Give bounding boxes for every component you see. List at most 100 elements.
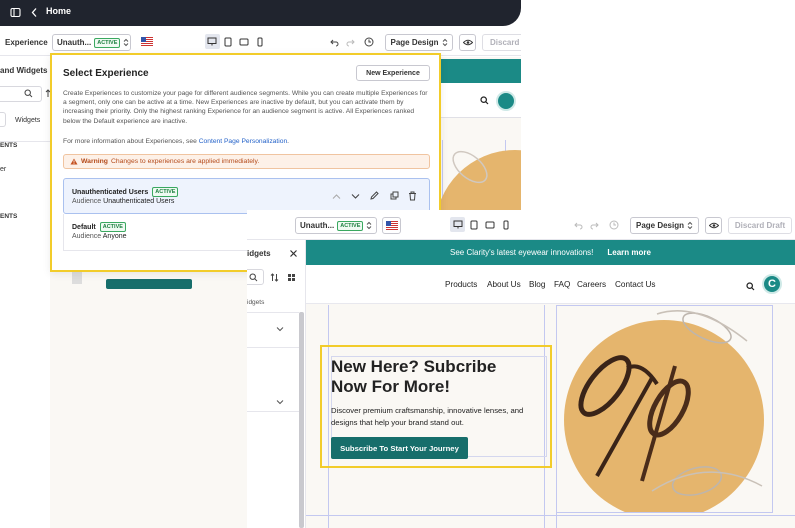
page-design-label: Page Design: [390, 38, 439, 47]
move-up-icon[interactable]: [332, 193, 341, 200]
panel-title: and Widgets: [0, 66, 48, 75]
undo-icon[interactable]: [574, 221, 583, 230]
history-icon[interactable]: [364, 37, 374, 47]
tab-widgets[interactable]: Widgets: [15, 117, 40, 124]
tablet-view-icon[interactable]: [466, 217, 481, 232]
hero-section[interactable]: New Here? Subcribe Now For More! Discove…: [320, 345, 552, 468]
page-design-select[interactable]: Page Design: [630, 217, 699, 234]
back-chevron-icon[interactable]: [30, 7, 39, 18]
search-icon[interactable]: [746, 282, 755, 291]
widgets-sidebar: idgets idgets: [247, 240, 306, 528]
redo-icon[interactable]: [346, 38, 355, 47]
preview-button[interactable]: [705, 217, 722, 234]
sidebar-toggle-icon[interactable]: [10, 7, 21, 18]
delete-icon[interactable]: [408, 191, 417, 201]
chevron-down-icon[interactable]: [276, 326, 284, 332]
nav-blog[interactable]: Blog: [529, 280, 545, 289]
editor-toolbar: Unauth... ACTIVE Page Design Discard Dra…: [247, 210, 795, 240]
experience-name: Unauthenticated Users: [72, 188, 149, 196]
nav-about-us[interactable]: About Us: [487, 280, 521, 289]
announcement-bar: See Clarity's latest eyewear innovations…: [306, 240, 795, 265]
experience-selector[interactable]: Unauth... ACTIVE: [295, 217, 377, 234]
dropdown-title: Select Experience: [63, 68, 149, 79]
scrollbar[interactable]: [299, 312, 304, 528]
redo-icon[interactable]: [590, 221, 599, 230]
nav-careers[interactable]: Careers: [577, 280, 606, 289]
tablet-landscape-icon[interactable]: [237, 34, 252, 49]
experience-selector-value: Unauth...: [300, 221, 335, 230]
dropdown-description: Create Experiences to customize your pag…: [63, 90, 428, 125]
experience-row[interactable]: Unauthenticated Users ACTIVE Audience Una…: [63, 178, 430, 214]
hero-image: [557, 306, 772, 512]
hero-title: New Here? Subcribe Now For More!: [331, 357, 497, 396]
editor-toolbar: Experience Unauth... ACTIVE Page Design …: [0, 26, 521, 56]
audience-value: Anyone: [102, 233, 127, 240]
nav-faq[interactable]: FAQ: [554, 280, 570, 289]
section-header: ENTS: [0, 142, 18, 149]
desktop-view-icon[interactable]: [205, 34, 220, 49]
audience-value: Unauthenticated Users: [103, 198, 175, 205]
preview-button[interactable]: [459, 34, 476, 51]
close-icon[interactable]: [289, 249, 298, 258]
history-icon[interactable]: [609, 220, 619, 230]
duplicate-icon[interactable]: [390, 191, 399, 200]
tab-fragments[interactable]: [0, 112, 6, 127]
experience-selector[interactable]: Unauth... ACTIVE: [52, 34, 131, 51]
tablet-view-icon[interactable]: [221, 34, 236, 49]
tablet-landscape-icon[interactable]: [482, 217, 497, 232]
list-item[interactable]: er: [0, 166, 6, 173]
experience-name: Default: [72, 223, 96, 231]
warning-label: Warning: [81, 158, 108, 165]
search-icon[interactable]: [480, 96, 489, 105]
mobile-view-icon[interactable]: [252, 34, 267, 49]
subscribe-button[interactable]: Subscribe To Start Your Journey: [331, 437, 468, 459]
sort-icon: [442, 38, 448, 47]
undo-icon[interactable]: [330, 38, 339, 47]
mobile-view-icon[interactable]: [498, 217, 513, 232]
discard-label: Discard: [490, 38, 520, 47]
page-title: Home: [46, 6, 72, 16]
chevron-down-icon[interactable]: [276, 399, 284, 405]
active-badge: ACTIVE: [152, 187, 179, 197]
sidebar-title: idgets: [247, 249, 271, 258]
desktop-view-icon[interactable]: [450, 217, 465, 232]
new-experience-button[interactable]: New Experience: [356, 65, 430, 81]
eye-icon: [462, 39, 473, 46]
language-flag-icon[interactable]: [141, 37, 153, 46]
warning-text: Changes to experiences are applied immed…: [110, 158, 260, 165]
logo-icon: [496, 91, 516, 111]
tab-widgets[interactable]: idgets: [247, 299, 264, 306]
experience-selector-value: Unauth...: [57, 38, 92, 47]
warning-alert: Warning Changes to experiences are appli…: [63, 154, 430, 169]
move-down-icon[interactable]: [351, 193, 360, 200]
edit-icon[interactable]: [370, 191, 379, 200]
discard-button[interactable]: Discard: [482, 34, 521, 51]
glasses-image: [578, 310, 763, 496]
warning-icon: [70, 158, 78, 165]
experience-label: Experience: [5, 38, 48, 47]
panel-search-input[interactable]: [0, 86, 42, 102]
personalization-link[interactable]: Content Page Personalization: [199, 138, 287, 145]
sort-icon: [687, 221, 693, 230]
sort-icon: [123, 38, 129, 47]
nav-products[interactable]: Products: [445, 280, 477, 289]
discard-draft-label: Discard Draft: [734, 221, 786, 230]
foreground-editor-window: Unauth... ACTIVE Page Design Discard Dra…: [247, 210, 795, 528]
hero-button-partial: [106, 279, 192, 289]
experience-row[interactable]: Default ACTIVE Audience Anyone: [63, 214, 259, 251]
sort-icon: [366, 221, 372, 230]
grid-view-icon[interactable]: [287, 273, 296, 282]
eye-icon: [708, 222, 719, 229]
nav-contact-us[interactable]: Contact Us: [615, 280, 656, 289]
more-info-text: For more information about Experiences, …: [63, 138, 290, 145]
discard-draft-button[interactable]: Discard Draft: [728, 217, 792, 234]
sort-order-icon[interactable]: [270, 273, 279, 282]
language-selector[interactable]: [382, 217, 401, 234]
learn-more-link[interactable]: Learn more: [607, 248, 651, 257]
site-header: Products About Us Blog FAQ Careers Conta…: [306, 265, 795, 304]
section-header: ENTS: [0, 213, 18, 220]
page-design-label: Page Design: [635, 221, 684, 230]
page-design-select[interactable]: Page Design: [385, 34, 453, 51]
active-badge: ACTIVE: [94, 37, 121, 48]
logo-icon[interactable]: C: [762, 274, 782, 294]
